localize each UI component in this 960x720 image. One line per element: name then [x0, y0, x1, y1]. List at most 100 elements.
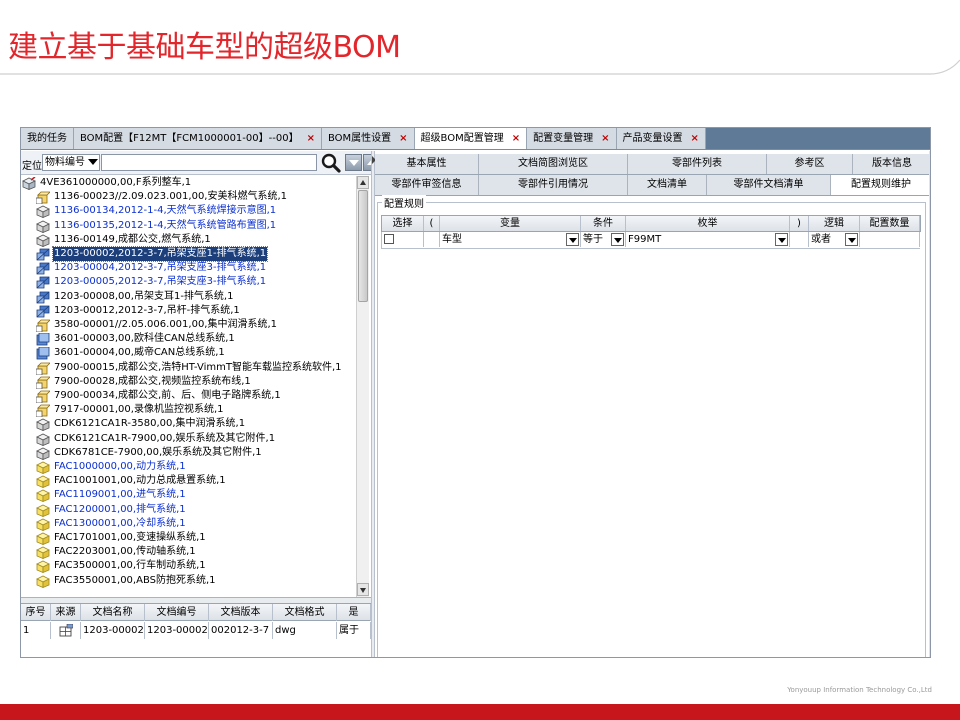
close-icon[interactable]: ×	[601, 128, 609, 149]
detail-tab-subtabs_bottom-0[interactable]: 零部件审签信息	[375, 175, 479, 195]
tree-node[interactable]: 1203-00005,2012-3-7,吊架支座3-排气系统,1	[36, 275, 267, 289]
chevron-down-icon[interactable]	[611, 233, 624, 246]
logic-select[interactable]: 或者	[809, 232, 860, 247]
tree-node[interactable]: 1203-00004,2012-3-7,吊架支座3-排气系统,1	[36, 261, 267, 275]
bom-tree[interactable]: 4VE361000000,00,F系列整车,1 1136-00023//2.09.…	[21, 176, 356, 597]
tree-node[interactable]: 1136-00149,成都公交,燃气系统,1	[36, 233, 212, 247]
table-row[interactable]: 车型 等于 F99MT 或者	[381, 232, 920, 249]
document-table: 序号 来源 文档名称 文档编号 文档版本 文档格式是 1 1203-00002 1203-00…	[21, 603, 371, 657]
tree-node[interactable]: 3601-00004,00,威帝CAN总线系统,1	[36, 346, 226, 360]
chevron-down-icon[interactable]	[566, 233, 579, 246]
column-header: 逻辑	[809, 216, 860, 231]
tree-node[interactable]: FAC1701001,00,变速操纵系统,1	[36, 531, 207, 545]
tree-node[interactable]: FAC1109001,00,进气系统,1	[36, 488, 187, 502]
tab-3[interactable]: 超级BOM配置管理 ×	[414, 128, 528, 149]
column-header: 枚举	[626, 216, 790, 231]
close-icon[interactable]: ×	[399, 128, 407, 149]
doc-part-icon	[35, 376, 51, 389]
quantity-cell[interactable]	[860, 232, 920, 247]
locate-toolbar: 定位 物料编号	[21, 151, 380, 175]
tab-5[interactable]: 产品变量设置 ×	[616, 128, 706, 149]
close-icon[interactable]: ×	[307, 128, 315, 149]
yellow-part-icon	[36, 532, 50, 545]
tab-4[interactable]: 配置变量管理 ×	[527, 128, 617, 149]
tree-node[interactable]: 3601-00003,00,欧科佳CAN总线系统,1	[36, 332, 236, 346]
chevron-down-icon[interactable]	[845, 233, 858, 246]
detail-tab-subtabs_top-1[interactable]: 文档简图浏览区	[479, 154, 628, 174]
chevron-down-icon[interactable]	[775, 233, 788, 246]
tree-node-label: 1136-00134,2012-1-4,天然气系统焊接示意图,1	[54, 205, 277, 216]
part-icon	[36, 234, 50, 247]
tree-node[interactable]: FAC1000000,00,动力系统,1	[36, 460, 187, 474]
tree-node[interactable]: 1136-00134,2012-1-4,天然气系统焊接示意图,1	[36, 204, 277, 218]
tree-node[interactable]: 7900-00028,成都公交,视频监控系统布线,1	[35, 375, 252, 389]
tree-node[interactable]: 4VE361000000,00,F系列整车,1	[22, 176, 192, 190]
tab-label: 我的任务	[27, 133, 67, 144]
search-field-select[interactable]: 物料编号	[42, 154, 100, 171]
yellow-part-icon	[36, 475, 50, 488]
tree-node[interactable]: FAC3550001,00,ABS防抱死系统,1	[36, 574, 217, 588]
detail-tab-subtabs_top-4[interactable]: 版本信息	[853, 154, 930, 174]
tree-node[interactable]: 1136-00135,2012-1-4,天然气系统管路布置图,1	[36, 219, 277, 233]
tree-vertical-scrollbar[interactable]	[356, 176, 369, 597]
detail-tab-subtabs_bottom-4[interactable]: 配置规则维护	[831, 175, 930, 195]
tree-node-label: FAC1000000,00,动力系统,1	[54, 461, 186, 472]
column-header: (	[424, 216, 440, 231]
select-cell[interactable]	[382, 232, 424, 247]
tree-node[interactable]: 1203-00002,2012-3-7,吊架支座1-排气系统,1	[36, 246, 269, 262]
select-checkbox[interactable]	[384, 234, 394, 244]
detail-tab-subtabs_top-0[interactable]: 基本属性	[375, 154, 479, 174]
tree-node[interactable]: FAC1200001,00,排气系统,1	[36, 503, 187, 517]
scroll-thumb[interactable]	[358, 190, 368, 302]
detail-tab-subtabs_bottom-3[interactable]: 零部件文档清单	[707, 175, 831, 195]
enum-select[interactable]: F99MT	[626, 232, 790, 247]
detail-tab-subtabs_bottom-2[interactable]: 文档清单	[628, 175, 707, 195]
tree-node[interactable]: CDK6121CA1R-3580,00,集中润滑系统,1	[36, 417, 246, 431]
column-header: 序号	[21, 604, 51, 621]
tree-node-label: 1136-00023//2.09.023.001,00,安美科燃气系统,1	[54, 191, 288, 202]
tree-node[interactable]: 7900-00034,成都公交,前、后、侧电子路牌系统,1	[35, 389, 282, 403]
tab-1[interactable]: BOM配置【F12MT【FCM1000001-00】--00】 ×	[74, 128, 322, 149]
tab-2[interactable]: BOM属性设置 ×	[321, 128, 415, 149]
blue-part-icon	[36, 291, 50, 304]
page-down-icon[interactable]	[345, 154, 362, 171]
detail-tab-subtabs_bottom-1[interactable]: 零部件引用情况	[479, 175, 628, 195]
close-icon[interactable]: ×	[691, 128, 699, 149]
tree-node[interactable]: CDK6121CA1R-7900,00,娱乐系统及其它附件,1	[36, 432, 276, 446]
search-icon[interactable]	[320, 153, 342, 173]
locate-input[interactable]	[101, 154, 317, 171]
tree-node-label: 7900-00015,成都公交,浩特HT-VimmT智能车载监控系统软件,1	[54, 362, 342, 373]
tab-label: BOM属性设置	[327, 133, 392, 144]
tree-node[interactable]: 3580-00001//2.05.006.001,00,集中润滑系统,1	[35, 318, 278, 332]
config-rule-header: 选择(变量 条件 枚举) 逻辑 配置数量	[381, 215, 921, 232]
tree-node[interactable]: FAC3500001,00,行车制动系统,1	[36, 559, 207, 573]
slide-title: 建立基于基础车型的超级BOM	[8, 30, 401, 65]
tree-node[interactable]: 1203-00008,00,吊架支耳1-排气系统,1	[36, 290, 234, 304]
tree-node[interactable]: 1203-00012,2012-3-7,吊杆-排气系统,1	[36, 304, 241, 318]
detail-tab-subtabs_top-3[interactable]: 参考区	[767, 154, 853, 174]
tree-node[interactable]: 7917-00001,00,录像机监控视系统,1	[35, 403, 225, 417]
detail-tab-subtabs_top-2[interactable]: 零部件列表	[628, 154, 767, 174]
document-table-header: 序号 来源 文档名称 文档编号 文档版本 文档格式是	[21, 604, 371, 621]
column-header: 文档名称	[81, 604, 145, 621]
scroll-down-icon[interactable]	[357, 583, 369, 596]
close-icon[interactable]: ×	[512, 128, 520, 149]
tree-node[interactable]: FAC2203001,00,传动轴系统,1	[36, 545, 197, 559]
assembly-icon	[22, 176, 36, 190]
tree-node[interactable]: CDK6781CE-7900,00,娱乐系统及其它附件,1	[36, 446, 263, 460]
tab-0[interactable]: 我的任务	[21, 128, 74, 149]
tree-node-label: 1136-00149,成都公交,燃气系统,1	[54, 234, 211, 245]
tree-node[interactable]: FAC1001001,00,动力总成悬置系统,1	[36, 474, 227, 488]
tab-label: 超级BOM配置管理	[420, 133, 504, 144]
variable-value: 车型	[442, 234, 462, 245]
doc-part-icon	[35, 319, 51, 332]
condition-select[interactable]: 等于	[581, 232, 626, 247]
tree-node[interactable]: 7900-00015,成都公交,浩特HT-VimmT智能车载监控系统软件,1	[35, 361, 343, 375]
detail-tab-row-1: 基本属性 文档简图浏览区 零部件列表 参考区 版本信息	[375, 154, 930, 175]
tree-node[interactable]: FAC1300001,00,冷却系统,1	[36, 517, 187, 531]
table-row[interactable]: 1 1203-00002 1203-00002 002012-3-7 dwg 属于	[21, 622, 371, 639]
scroll-up-icon[interactable]	[357, 176, 369, 189]
variable-select[interactable]: 车型	[440, 232, 581, 247]
tree-node[interactable]: 1136-00023//2.09.023.001,00,安美科燃气系统,1	[35, 190, 288, 204]
blue-part-icon	[36, 262, 50, 275]
